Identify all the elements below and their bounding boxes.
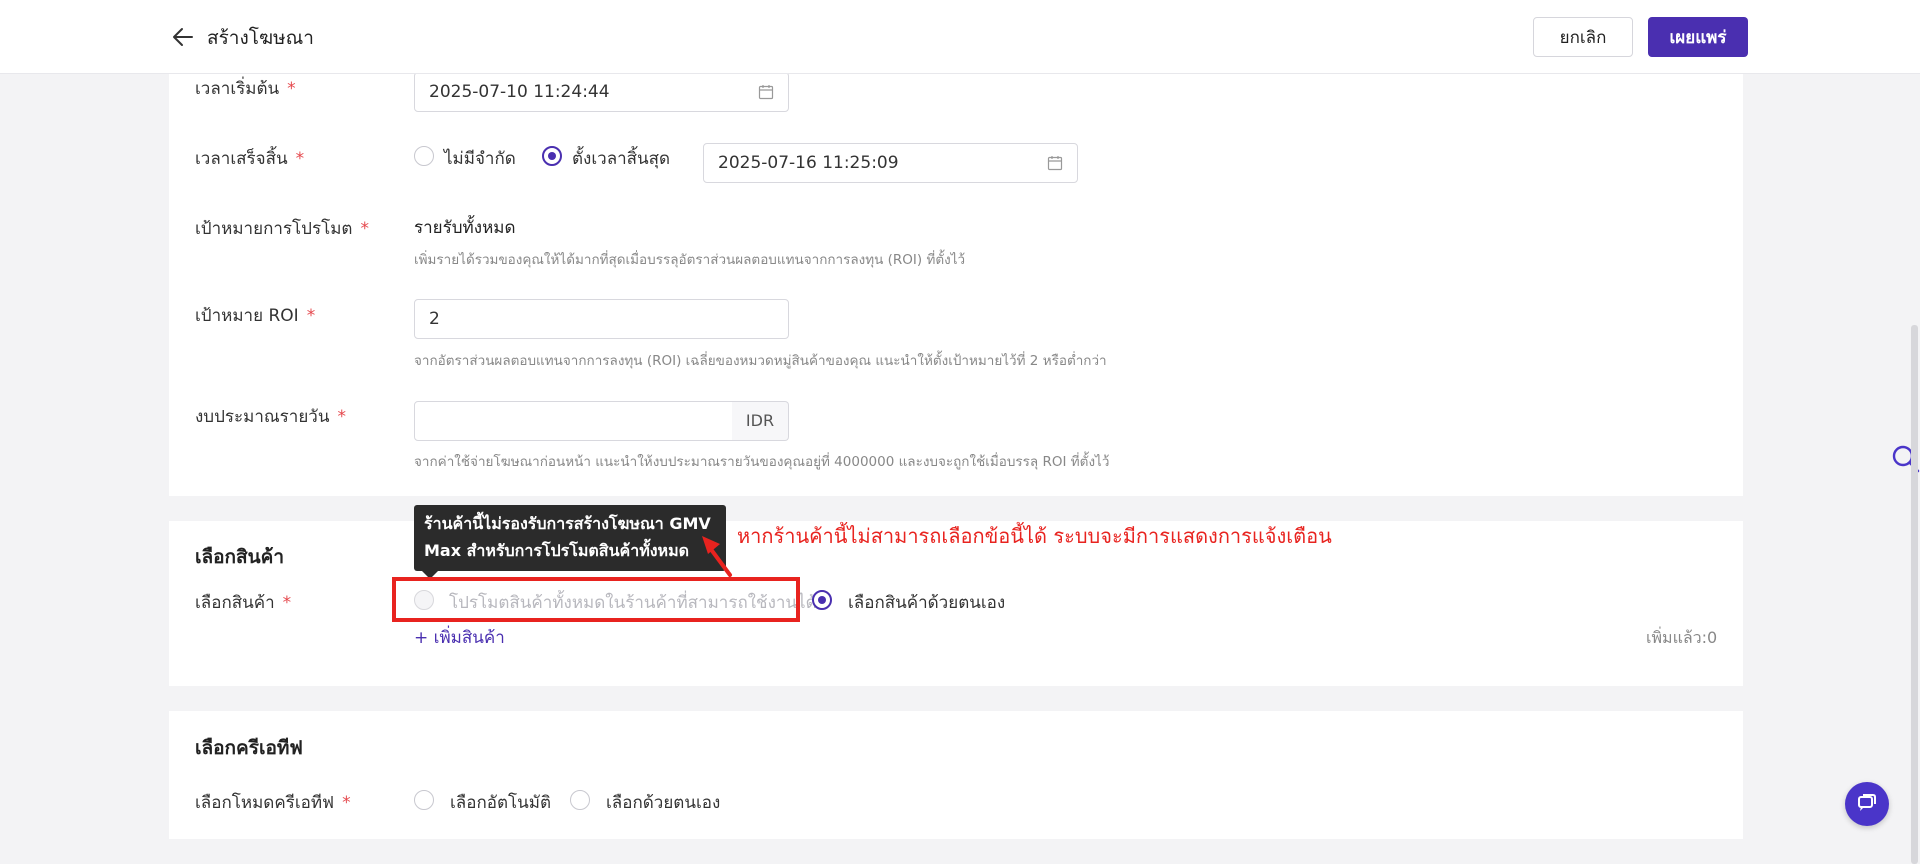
promo-goal-label: เป้าหมายการโปรโมต * [195,219,369,239]
creative-auto-label[interactable]: เลือกอัตโนมัติ [450,789,551,816]
tooltip-line-2: Max สำหรับการโปรโมตสินค้าทั้งหมด [424,541,690,560]
creative-manual-label[interactable]: เลือกด้วยตนเอง [606,789,720,816]
scrollbar[interactable] [1911,325,1918,864]
settings-card [169,60,1743,496]
added-count: เพิ่มแล้ว:0 [1646,628,1718,647]
creative-auto-radio[interactable] [414,790,434,810]
calendar-icon [758,85,774,100]
roi-goal-input[interactable]: 2 [414,299,789,339]
end-time-set-label[interactable]: ตั้งเวลาสิ้นสุด [572,145,670,172]
creative-manual-radio[interactable] [570,790,590,810]
page-title: สร้างโฆษณา [207,27,314,49]
product-section-title: เลือกสินค้า [195,546,285,568]
creative-section-title: เลือกครีเอทีฟ [195,737,303,759]
tooltip-line-1: ร้านค้านี้ไม่รองรับการสร้างโฆษณา GMV [424,514,711,533]
end-time-set-radio[interactable] [542,146,562,166]
promo-goal-helper: เพิ่มรายได้รวมของคุณให้ได้มากที่สุดเมื่อ… [414,252,966,268]
start-time-label: เวลาเริ่มต้น * [195,79,296,99]
end-time-unlimited-radio[interactable] [414,146,434,166]
add-product-link[interactable]: + เพิ่มสินค้า [414,624,505,651]
publish-button[interactable]: เผยแพร่ [1648,17,1748,57]
cancel-button[interactable]: ยกเลิก [1533,17,1633,57]
promo-goal-value: รายรับทั้งหมด [414,218,516,238]
chat-button[interactable] [1845,782,1889,826]
annotation-highlight-box [392,577,800,622]
currency-addon: IDR [732,401,789,441]
start-time-input[interactable]: 2025-07-10 11:24:44 [414,72,789,112]
back-arrow-icon[interactable] [172,24,194,50]
daily-budget-input[interactable] [414,401,733,441]
product-select-label: เลือกสินค้า * [195,593,292,613]
creative-mode-label: เลือกโหมดครีเอทีฟ * [195,793,351,813]
calendar-icon [1047,156,1063,171]
daily-budget-label: งบประมาณรายวัน * [195,407,346,427]
top-bar: สร้างโฆษณา ยกเลิก เผยแพร่ [0,0,1920,74]
end-time-unlimited-label[interactable]: ไม่มีจำกัด [444,145,516,172]
manual-select-label[interactable]: เลือกสินค้าด้วยตนเอง [848,589,1005,616]
end-time-input[interactable]: 2025-07-16 11:25:09 [703,143,1078,183]
unsupported-tooltip: ร้านค้านี้ไม่รองรับการสร้างโฆษณา GMV Max… [414,505,726,571]
creative-card [169,711,1743,839]
daily-budget-helper: จากค่าใช้จ่ายโฆษณาก่อนหน้า แนะนำให้งบประ… [414,454,1110,470]
roi-goal-label: เป้าหมาย ROI * [195,306,316,326]
manual-select-radio[interactable] [812,590,832,610]
roi-goal-helper: จากอัตราส่วนผลตอบแทนจากการลงทุน (ROI) เฉ… [414,353,1107,369]
chat-icon [1858,794,1876,811]
annotation-text: หากร้านค้านี้ไม่สามารถเลือกข้อนี้ได้ ระบ… [737,524,1332,548]
end-time-label: เวลาเสร็จสิ้น * [195,149,305,169]
